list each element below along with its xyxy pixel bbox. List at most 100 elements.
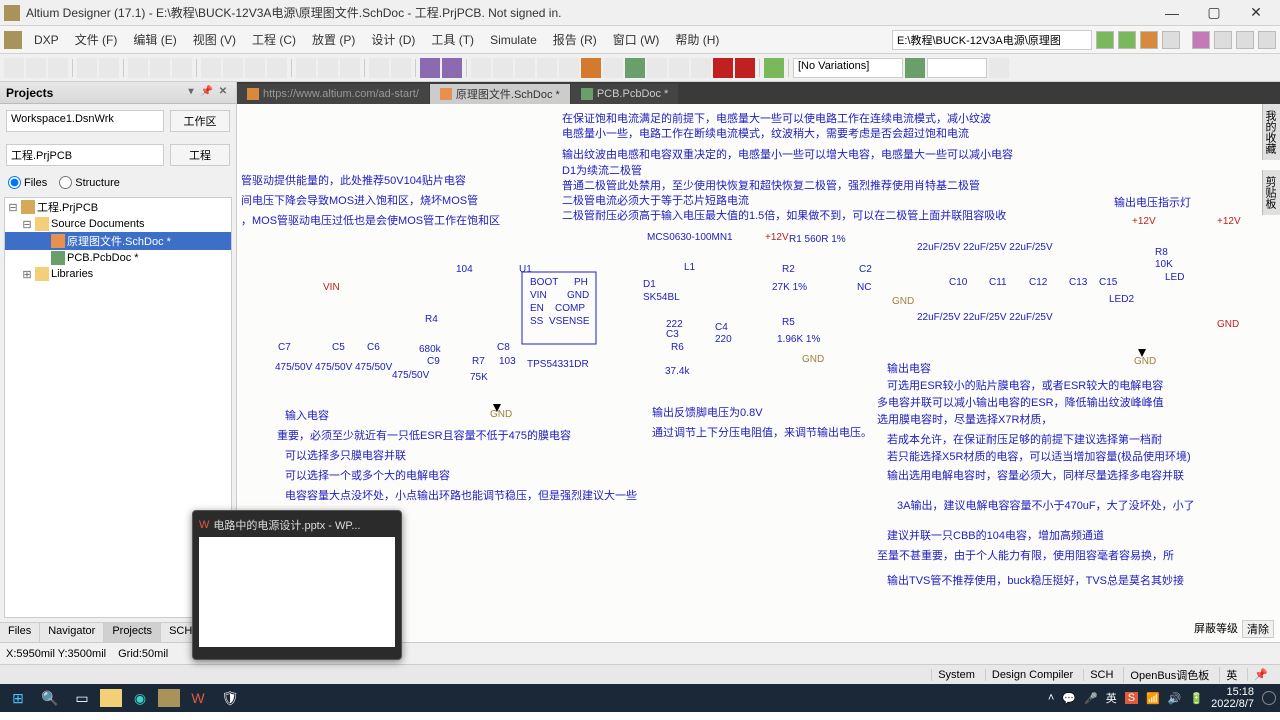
status-pin-icon[interactable]: 📌: [1247, 668, 1274, 681]
workspace-combo[interactable]: Workspace1.DsnWrk: [6, 110, 164, 132]
dxp-icon[interactable]: [4, 31, 22, 49]
tree-sch[interactable]: 原理图文件.SchDoc *: [67, 233, 171, 249]
minimize-button[interactable]: —: [1152, 2, 1192, 24]
power-icon[interactable]: [581, 58, 601, 78]
tool-icon-3[interactable]: [1214, 31, 1232, 49]
hier-up-icon[interactable]: [420, 58, 440, 78]
tray-wifi-icon[interactable]: 📶: [1146, 692, 1160, 705]
panel-menu-icon[interactable]: ▾: [184, 86, 198, 100]
tab-pcb[interactable]: PCB.PcbDoc *: [571, 84, 679, 104]
save-icon[interactable]: [48, 58, 68, 78]
nav-fwd-icon[interactable]: [1118, 31, 1136, 49]
tab-home[interactable]: https://www.altium.com/ad-start/: [237, 84, 429, 104]
search-icon[interactable]: 🔍: [36, 686, 64, 710]
tree-libs[interactable]: Libraries: [51, 268, 93, 280]
tree-source[interactable]: Source Documents: [51, 218, 145, 230]
tray-ime[interactable]: 英: [1106, 690, 1117, 706]
cut-icon[interactable]: [201, 58, 221, 78]
project-button[interactable]: 工程: [170, 144, 230, 166]
structure-radio[interactable]: Structure: [59, 176, 120, 189]
tray-sogou-icon[interactable]: S: [1125, 692, 1138, 704]
sidetab-fav[interactable]: 我的收藏: [1262, 104, 1280, 160]
bus-icon[interactable]: [493, 58, 513, 78]
menu-simulate[interactable]: Simulate: [484, 31, 543, 49]
undo-icon[interactable]: [369, 58, 389, 78]
tray-notif-icon[interactable]: [1262, 691, 1276, 705]
home-icon[interactable]: [1140, 31, 1158, 49]
hier-down-icon[interactable]: [442, 58, 462, 78]
mask-label[interactable]: 屏蔽等级: [1194, 620, 1238, 638]
noerc2-icon[interactable]: [735, 58, 755, 78]
menu-project[interactable]: 工程 (C): [246, 29, 302, 50]
btab-files[interactable]: Files: [0, 623, 40, 642]
shield-icon[interactable]: 🛡: [216, 686, 244, 710]
menu-edit[interactable]: 编辑 (E): [127, 29, 182, 50]
tray-mic-icon[interactable]: 🎤: [1084, 692, 1098, 705]
redo-icon[interactable]: [391, 58, 411, 78]
tree-pcb[interactable]: PCB.PcbDoc *: [67, 252, 139, 264]
print-icon[interactable]: [77, 58, 97, 78]
explorer-icon[interactable]: [100, 689, 122, 707]
tray-volume-icon[interactable]: 🔊: [1168, 692, 1182, 705]
sheet-icon[interactable]: [625, 58, 645, 78]
tool-icon-5[interactable]: [1258, 31, 1276, 49]
tray-battery-icon[interactable]: 🔋: [1189, 692, 1203, 705]
tab-sch[interactable]: 原理图文件.SchDoc *: [430, 84, 570, 104]
status-system[interactable]: System: [931, 669, 981, 681]
empty-combo[interactable]: [927, 58, 987, 78]
wps-task-icon[interactable]: W: [184, 686, 212, 710]
tool-icon[interactable]: [1162, 31, 1180, 49]
path-box[interactable]: E:\教程\BUCK-12V3A电源\原理图: [892, 30, 1092, 50]
altium-task-icon[interactable]: [158, 689, 180, 707]
wire-icon[interactable]: [471, 58, 491, 78]
copy-icon[interactable]: [223, 58, 243, 78]
rubber-icon[interactable]: [267, 58, 287, 78]
open-icon[interactable]: [26, 58, 46, 78]
status-ime[interactable]: 英: [1219, 667, 1243, 683]
start-button[interactable]: ⊞: [4, 686, 32, 710]
port-icon[interactable]: [691, 58, 711, 78]
gnd-icon[interactable]: [559, 58, 579, 78]
netname-icon[interactable]: [537, 58, 557, 78]
tray-date[interactable]: 2022/8/7: [1211, 698, 1254, 710]
panel-pin-icon[interactable]: 📌: [200, 86, 214, 100]
menu-tools[interactable]: 工具 (T): [425, 29, 480, 50]
menu-dxp[interactable]: DXP: [28, 31, 65, 49]
pen-icon[interactable]: [764, 58, 784, 78]
tray-wechat-icon[interactable]: 💬: [1062, 692, 1076, 705]
menu-place[interactable]: 放置 (P): [306, 29, 361, 50]
tool-icon-2[interactable]: [1192, 31, 1210, 49]
new-icon[interactable]: [4, 58, 24, 78]
nav-back-icon[interactable]: [1096, 31, 1114, 49]
btab-nav[interactable]: Navigator: [40, 623, 104, 642]
menu-design[interactable]: 设计 (D): [365, 29, 421, 50]
files-radio[interactable]: Files: [8, 176, 47, 189]
busbranch-icon[interactable]: [515, 58, 535, 78]
tray-time[interactable]: 15:18: [1211, 686, 1254, 698]
tray-chevron-icon[interactable]: ˄: [1048, 692, 1054, 704]
variations-combo[interactable]: [No Variations]: [793, 58, 903, 78]
move-icon[interactable]: [318, 58, 338, 78]
grid-icon[interactable]: [989, 58, 1009, 78]
btab-prj[interactable]: Projects: [104, 623, 161, 642]
deselect-icon[interactable]: [340, 58, 360, 78]
device-icon[interactable]: [669, 58, 689, 78]
menu-report[interactable]: 报告 (R): [547, 29, 603, 50]
menu-help[interactable]: 帮助 (H): [669, 29, 725, 50]
zoom-sel-icon[interactable]: [172, 58, 192, 78]
status-dc[interactable]: Design Compiler: [985, 669, 1079, 681]
board-icon[interactable]: [905, 58, 925, 78]
project-combo[interactable]: 工程.PrjPCB: [6, 144, 164, 166]
status-ob[interactable]: OpenBus调色板: [1123, 667, 1215, 683]
close-button[interactable]: ✕: [1236, 2, 1276, 24]
tree-project[interactable]: 工程.PrjPCB: [37, 199, 98, 215]
maximize-button[interactable]: ▢: [1194, 2, 1234, 24]
taskview-icon[interactable]: ▭: [68, 686, 96, 710]
taskbar-thumbnail[interactable]: W电路中的电源设计.pptx - WP...: [192, 510, 402, 660]
clear-button[interactable]: 清除: [1242, 620, 1274, 638]
menu-file[interactable]: 文件 (F): [69, 29, 124, 50]
edge-icon[interactable]: ◉: [126, 686, 154, 710]
zoom-fit-icon[interactable]: [128, 58, 148, 78]
tool-icon-4[interactable]: [1236, 31, 1254, 49]
preview-icon[interactable]: [99, 58, 119, 78]
